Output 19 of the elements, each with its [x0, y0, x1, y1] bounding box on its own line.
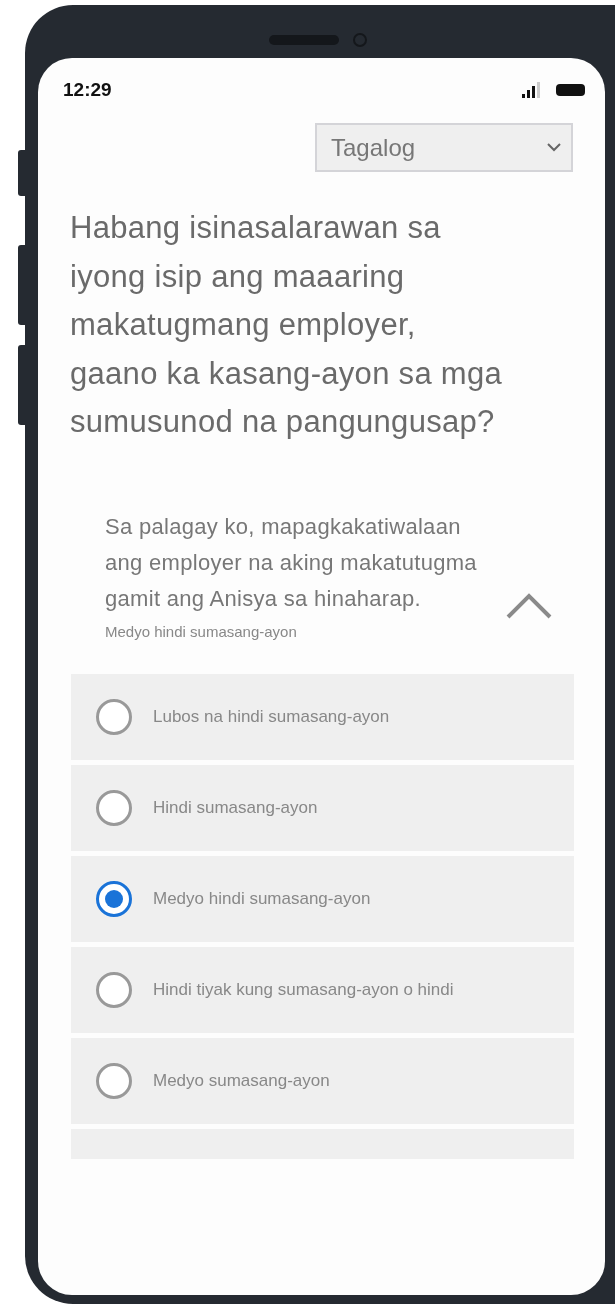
- chevron-up-icon[interactable]: [505, 591, 553, 620]
- radio-button[interactable]: [95, 1061, 133, 1100]
- radio-button[interactable]: [95, 697, 133, 736]
- chevron-down-icon: [547, 143, 561, 152]
- signal-icon: [522, 82, 542, 98]
- radio-button[interactable]: [95, 879, 133, 918]
- question-text: Habang isinasalarawan sa iyong isip ang maaaring makatugmang employer, gaano ka kasang-ayon sa mga sumusunod na pangungusap?: [70, 209, 504, 441]
- radio-button[interactable]: [95, 970, 133, 1009]
- radio-button[interactable]: [95, 788, 133, 827]
- statement-text: Sa palagay ko, mapagkakatiwalaan ang employer na aking makatutugma gamit ang Anisya sa hinaharap.: [105, 512, 478, 613]
- option-row[interactable]: Hindi tiyak kung sumasang-ayon o hindi: [71, 946, 574, 1033]
- option-row[interactable]: Lubos na hindi sumasang-ayon: [71, 673, 574, 760]
- language-select[interactable]: Tagalog: [315, 123, 573, 172]
- selected-answer: Medyo hindi sumasang-ayon: [105, 622, 298, 640]
- battery-icon: [556, 84, 585, 96]
- time: 12:29: [63, 79, 112, 101]
- option-row[interactable]: Medyo sumasang-ayon: [71, 1037, 574, 1124]
- option-row[interactable]: Medyo hindi sumasang-ayon: [71, 855, 574, 942]
- option-row[interactable]: Hindi sumasang-ayon: [71, 764, 574, 851]
